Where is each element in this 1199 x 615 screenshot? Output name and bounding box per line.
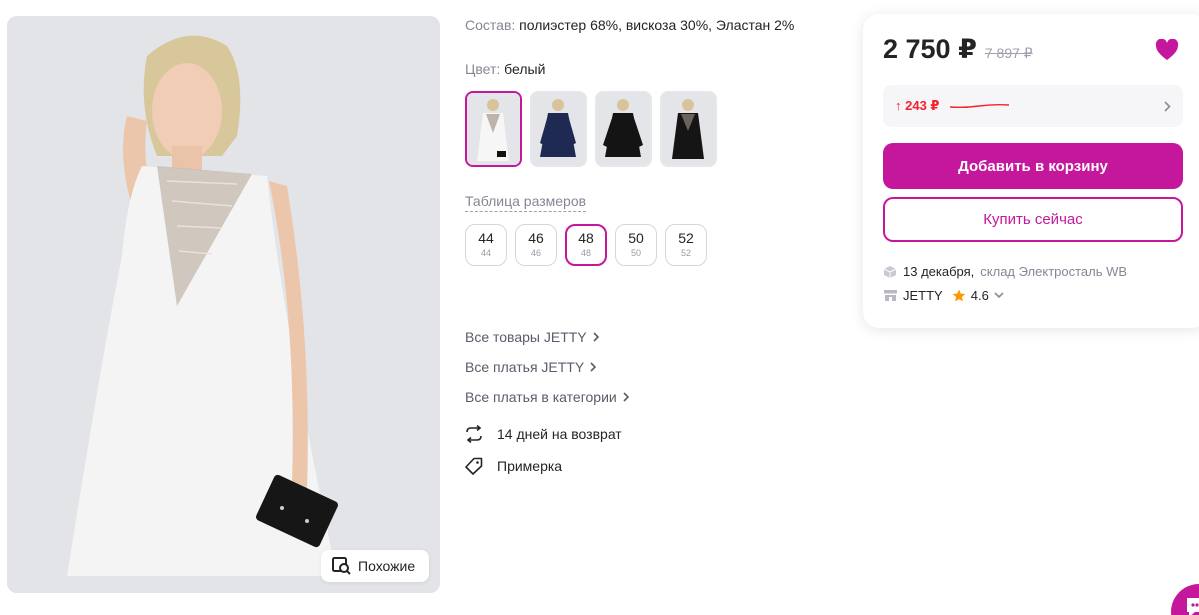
composition-label: Состав: bbox=[465, 17, 516, 33]
add-to-cart-button[interactable]: Добавить в корзину bbox=[883, 143, 1183, 189]
delivery-date: 13 декабря, bbox=[903, 264, 975, 279]
color-value: белый bbox=[504, 61, 546, 77]
size-label: 48 bbox=[578, 230, 594, 246]
size-sub: 46 bbox=[530, 248, 541, 258]
chevron-down-icon bbox=[994, 292, 1004, 299]
size-sub: 52 bbox=[680, 248, 691, 258]
similar-button[interactable]: Похожие bbox=[321, 550, 429, 582]
link-all-brand-dresses[interactable]: Все платья JETTY bbox=[465, 352, 630, 382]
seller-name: JETTY bbox=[903, 288, 943, 303]
brand-links: Все товары JETTY Все платья JETTY Все пл… bbox=[465, 322, 630, 412]
size-option-44[interactable]: 44 44 bbox=[465, 224, 507, 266]
size-option-52[interactable]: 52 52 bbox=[665, 224, 707, 266]
store-icon bbox=[884, 290, 897, 301]
return-arrows-icon bbox=[466, 425, 482, 443]
color-variant-navy[interactable] bbox=[530, 91, 587, 167]
color-variant-black[interactable] bbox=[660, 91, 717, 167]
size-option-50[interactable]: 50 50 bbox=[615, 224, 657, 266]
color-label: Цвет: bbox=[465, 61, 501, 77]
seller-rating: 4.6 bbox=[970, 288, 989, 303]
chevron-right-icon bbox=[1164, 100, 1171, 112]
similar-button-label: Похожие bbox=[358, 558, 416, 574]
size-label: 50 bbox=[628, 230, 644, 246]
delivery-info: 13 декабря, склад Электросталь WB bbox=[883, 264, 1127, 279]
chat-button[interactable] bbox=[1171, 584, 1199, 615]
size-sub: 50 bbox=[630, 248, 641, 258]
chat-bubble-icon bbox=[1187, 598, 1199, 615]
favorite-heart-icon[interactable] bbox=[1155, 39, 1179, 61]
box-icon bbox=[883, 265, 897, 278]
try-on: Примерка bbox=[465, 457, 562, 475]
buy-box: 2 750 ₽ 7 897 ₽ ↑ 243 ₽ Добавить в корзи… bbox=[863, 14, 1199, 328]
old-price: 7 897 ₽ bbox=[984, 45, 1033, 61]
warehouse: склад Электросталь WB bbox=[980, 264, 1128, 279]
current-price: 2 750 ₽ bbox=[883, 34, 977, 64]
seller-info[interactable]: JETTY 4.6 bbox=[883, 288, 1004, 303]
product-photo-illustration bbox=[7, 16, 440, 593]
product-main-photo[interactable] bbox=[7, 16, 440, 593]
size-label: 46 bbox=[528, 230, 544, 246]
star-icon bbox=[952, 289, 966, 302]
color-variant-white[interactable] bbox=[465, 91, 522, 167]
chevron-right-icon bbox=[593, 332, 599, 342]
composition: Состав: полиэстер 68%, вискоза 30%, Элас… bbox=[465, 17, 794, 33]
size-table-link[interactable]: Таблица размеров bbox=[465, 193, 587, 212]
link-label: Все платья JETTY bbox=[465, 359, 585, 375]
return-policy-text: 14 дней на возврат bbox=[497, 426, 622, 442]
try-on-text: Примерка bbox=[497, 458, 563, 474]
buy-now-button[interactable]: Купить сейчас bbox=[883, 197, 1183, 242]
size-option-48[interactable]: 48 48 bbox=[565, 224, 607, 266]
size-sub: 48 bbox=[580, 248, 591, 258]
composition-value: полиэстер 68%, вискоза 30%, Эластан 2% bbox=[519, 17, 795, 33]
tag-icon bbox=[465, 457, 483, 475]
size-label: 52 bbox=[678, 230, 694, 246]
chevron-right-icon bbox=[590, 362, 597, 372]
find-similar-icon bbox=[332, 557, 351, 575]
size-label: 44 bbox=[478, 230, 494, 246]
link-label: Все товары JETTY bbox=[465, 329, 587, 345]
price-drop-value: ↑ 243 ₽ bbox=[895, 98, 940, 113]
color-variant-black-long-sleeve[interactable] bbox=[595, 91, 652, 167]
price-trend-line bbox=[950, 103, 1010, 109]
chevron-right-icon bbox=[623, 392, 629, 402]
price-history[interactable]: ↑ 243 ₽ bbox=[883, 85, 1183, 127]
color-variants bbox=[465, 91, 717, 167]
return-policy: 14 дней на возврат bbox=[465, 425, 622, 443]
link-label: Все платья в категории bbox=[465, 389, 617, 405]
link-all-brand-products[interactable]: Все товары JETTY bbox=[465, 322, 630, 352]
link-all-category-dresses[interactable]: Все платья в категории bbox=[465, 382, 630, 412]
size-sub: 44 bbox=[480, 248, 491, 258]
color-info: Цвет: белый bbox=[465, 61, 545, 77]
size-option-46[interactable]: 46 46 bbox=[515, 224, 557, 266]
price-block: 2 750 ₽ 7 897 ₽ bbox=[883, 34, 1033, 65]
size-selector: 44 44 46 46 48 48 50 50 52 52 bbox=[465, 224, 707, 266]
